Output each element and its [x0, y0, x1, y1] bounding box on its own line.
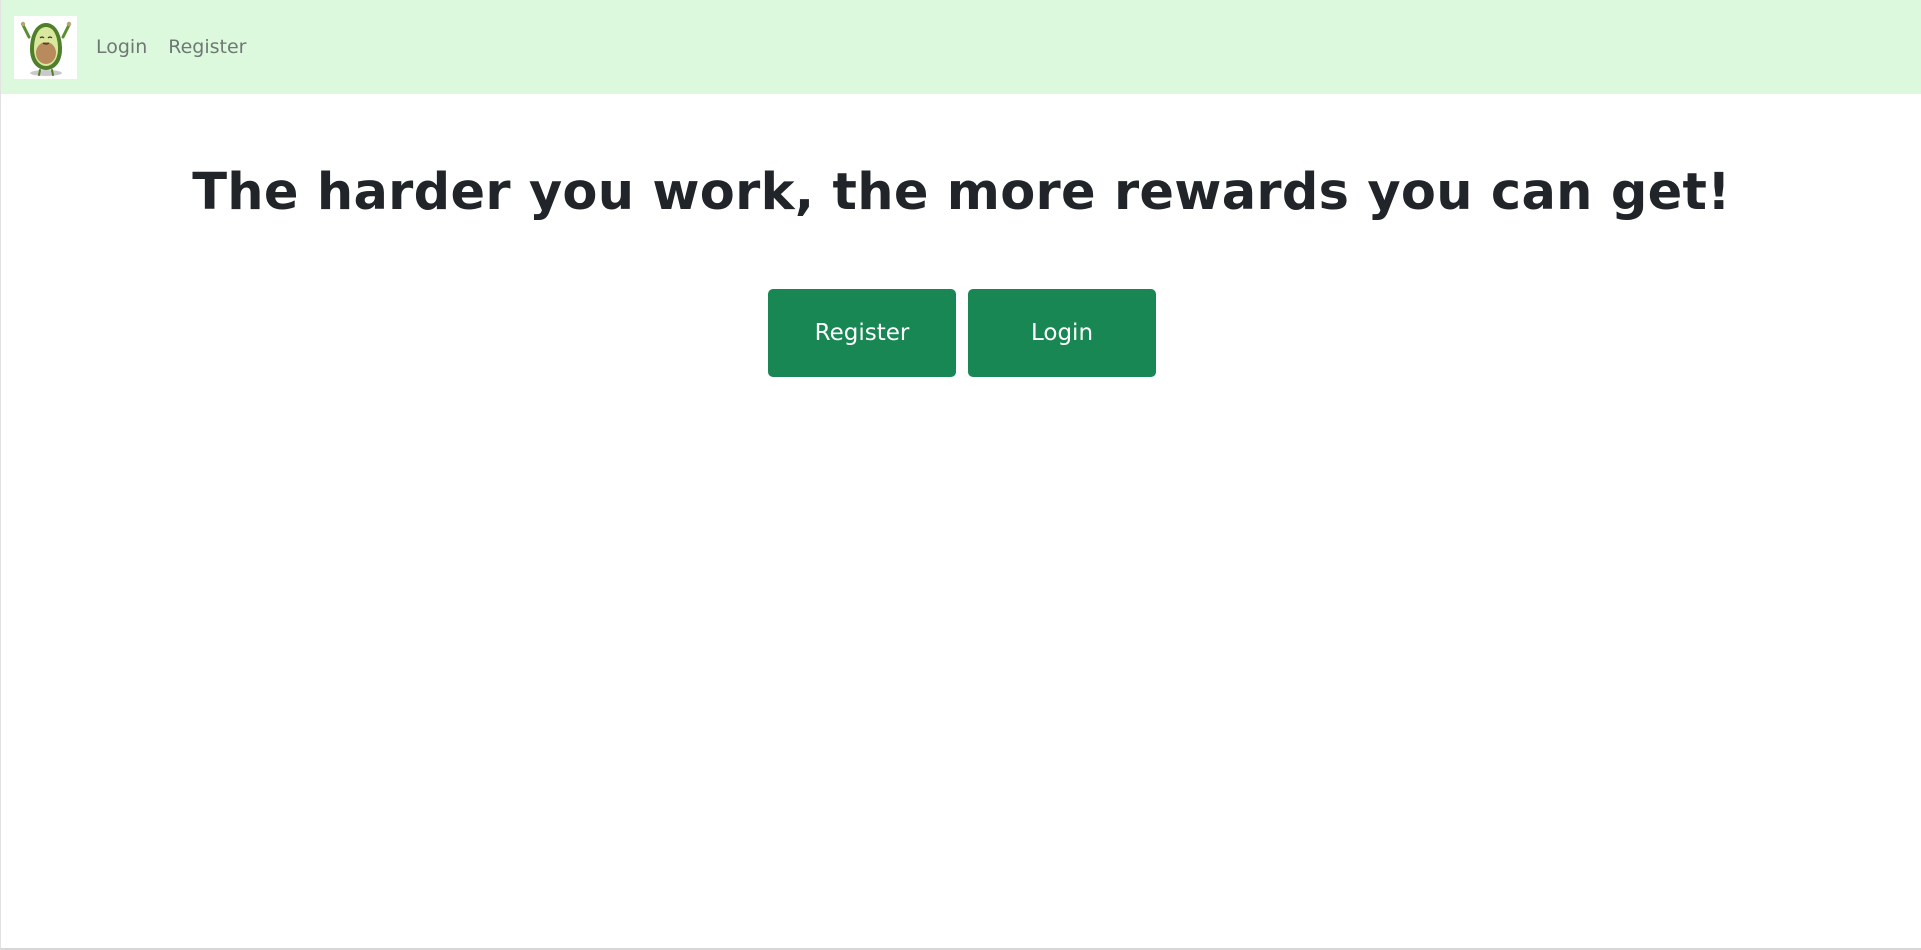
register-button[interactable]: Register: [768, 289, 956, 377]
nav-links: Login Register: [96, 0, 268, 94]
nav-link-login[interactable]: Login: [96, 37, 147, 57]
brand-logo-link[interactable]: [14, 15, 77, 79]
hero-title: The harder you work, the more rewards yo…: [192, 163, 1731, 222]
hero-section: The harder you work, the more rewards yo…: [1, 162, 1921, 223]
login-button[interactable]: Login: [968, 289, 1156, 377]
navbar: Login Register: [1, 0, 1921, 94]
nav-link-register[interactable]: Register: [168, 37, 246, 57]
hero-actions: Register Login: [768, 289, 1156, 377]
avocado-mascot-icon: [20, 21, 71, 76]
page: Login Register The harder you work, the …: [0, 0, 1921, 950]
